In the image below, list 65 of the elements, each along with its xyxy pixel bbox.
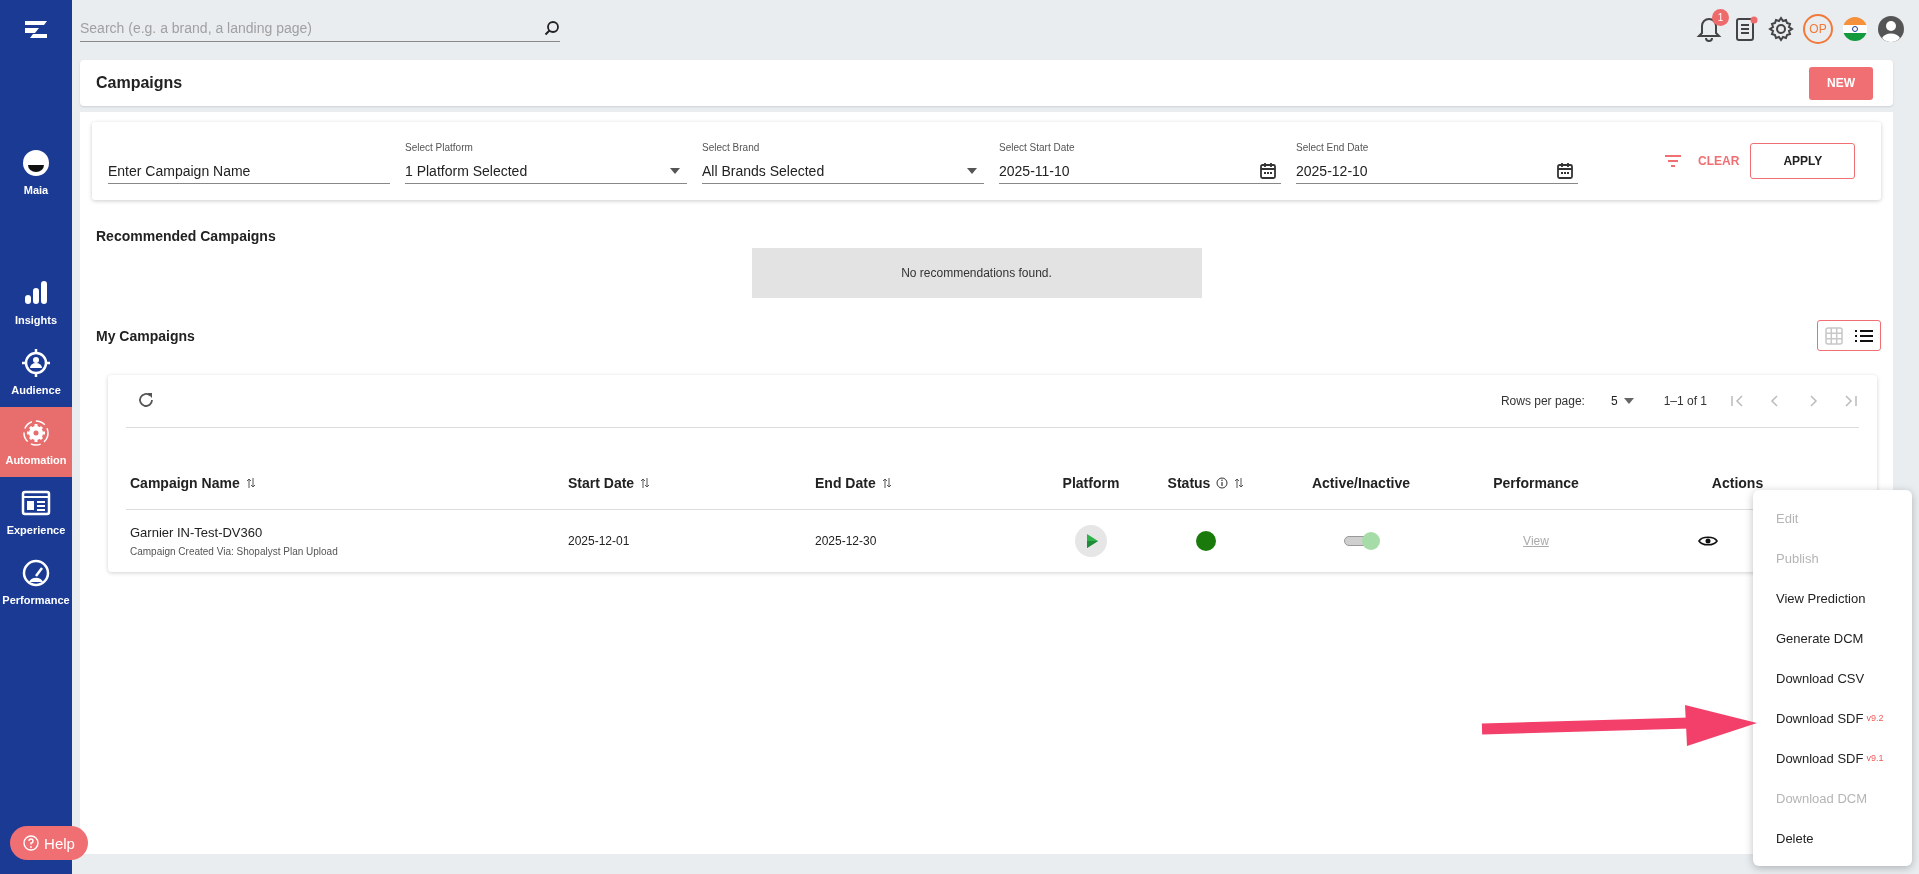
nav-item[interactable]: Experience [0, 477, 72, 547]
column-header: Campaign Name [130, 475, 240, 491]
nav-item[interactable]: Insights [0, 267, 72, 337]
calendar-icon [1556, 162, 1574, 180]
caret-icon [966, 167, 978, 175]
table-cell-text: 2025-12-30 [815, 534, 878, 548]
column-header: End Date [815, 475, 876, 491]
toggle-switch[interactable] [1342, 532, 1380, 550]
nav-item[interactable]: Performance [0, 547, 72, 617]
column-header: Start Date [568, 475, 635, 491]
face-icon [21, 148, 51, 178]
info-icon [1216, 477, 1229, 489]
date-field[interactable]: 2025-12-10 [1296, 159, 1578, 184]
gauge-icon [21, 558, 51, 588]
sort-icon[interactable] [245, 477, 256, 489]
section-title: My Campaigns [96, 327, 195, 344]
input-field[interactable]: Enter Campaign Name [108, 159, 390, 184]
help-icon [23, 835, 40, 851]
notification-badge: 1 [1712, 8, 1729, 26]
campaign-name: Garnier IN-Test-DV360 [130, 525, 264, 540]
column-header: Status [1167, 475, 1211, 491]
caret-icon [669, 167, 681, 175]
empty-message: No recommendations found. [751, 248, 1202, 298]
menu-item[interactable]: View Prediction [1753, 578, 1912, 618]
browser-window-icon [21, 488, 51, 518]
select-field[interactable]: All Brands Selected [702, 159, 984, 184]
menu-item[interactable]: Download SDF $^{v9.1}$ [1753, 738, 1912, 778]
sort-icon[interactable] [640, 477, 651, 489]
column-header: Active/Inactive [1311, 475, 1411, 491]
nav-item[interactable]: Audience [0, 337, 72, 407]
filter-icon[interactable] [1663, 153, 1683, 169]
refresh-icon[interactable] [137, 391, 155, 409]
sort-icon[interactable] [1234, 477, 1245, 489]
campaign-source: Campaign Created Via: Shopalyst Plan Upload [130, 546, 339, 557]
field-label: Select Start Date [999, 142, 1076, 153]
nav-item[interactable]: Maia [0, 137, 72, 207]
apply-button[interactable]: APPLY [1750, 143, 1856, 179]
avatar-icon[interactable] [1877, 14, 1905, 43]
gear-icon [21, 418, 51, 448]
sort-icon[interactable] [881, 477, 892, 489]
menu-item[interactable]: Delete [1753, 818, 1912, 858]
table-cell-text: 2025-12-01 [568, 534, 631, 548]
menu-item[interactable]: Generate DCM [1753, 618, 1912, 658]
field-label: Select Brand [702, 142, 761, 153]
calendar-icon [1259, 162, 1277, 180]
column-header: Platform [1062, 475, 1120, 491]
section-title: Recommended Campaigns [96, 228, 277, 244]
search-icon[interactable] [544, 20, 560, 36]
caret-icon [1623, 398, 1634, 404]
select-field[interactable]: 1 Platform Selected [405, 159, 687, 184]
column-header: Performance [1493, 475, 1579, 491]
menu-item[interactable]: Download CSV [1753, 658, 1912, 698]
page-range: 1–1 of 1 [1663, 394, 1707, 408]
field-label: Select Platform [405, 142, 474, 153]
rows-per-page-label: Rows per page: [1500, 394, 1585, 408]
menu-item[interactable]: Download SDF $^{v9.2}$ [1753, 698, 1912, 738]
rows-per-page-select[interactable]: 5 [1610, 394, 1634, 408]
play-icon [1074, 524, 1108, 558]
date-field[interactable]: 2025-11-10 [999, 159, 1281, 184]
page-title: Campaigns [96, 74, 183, 92]
column-header: Actions [1711, 475, 1764, 491]
target-person-icon [21, 348, 51, 378]
settings-icon[interactable] [1767, 14, 1795, 43]
field-label: Select End Date [1296, 142, 1370, 153]
eye-icon[interactable] [1697, 534, 1718, 548]
